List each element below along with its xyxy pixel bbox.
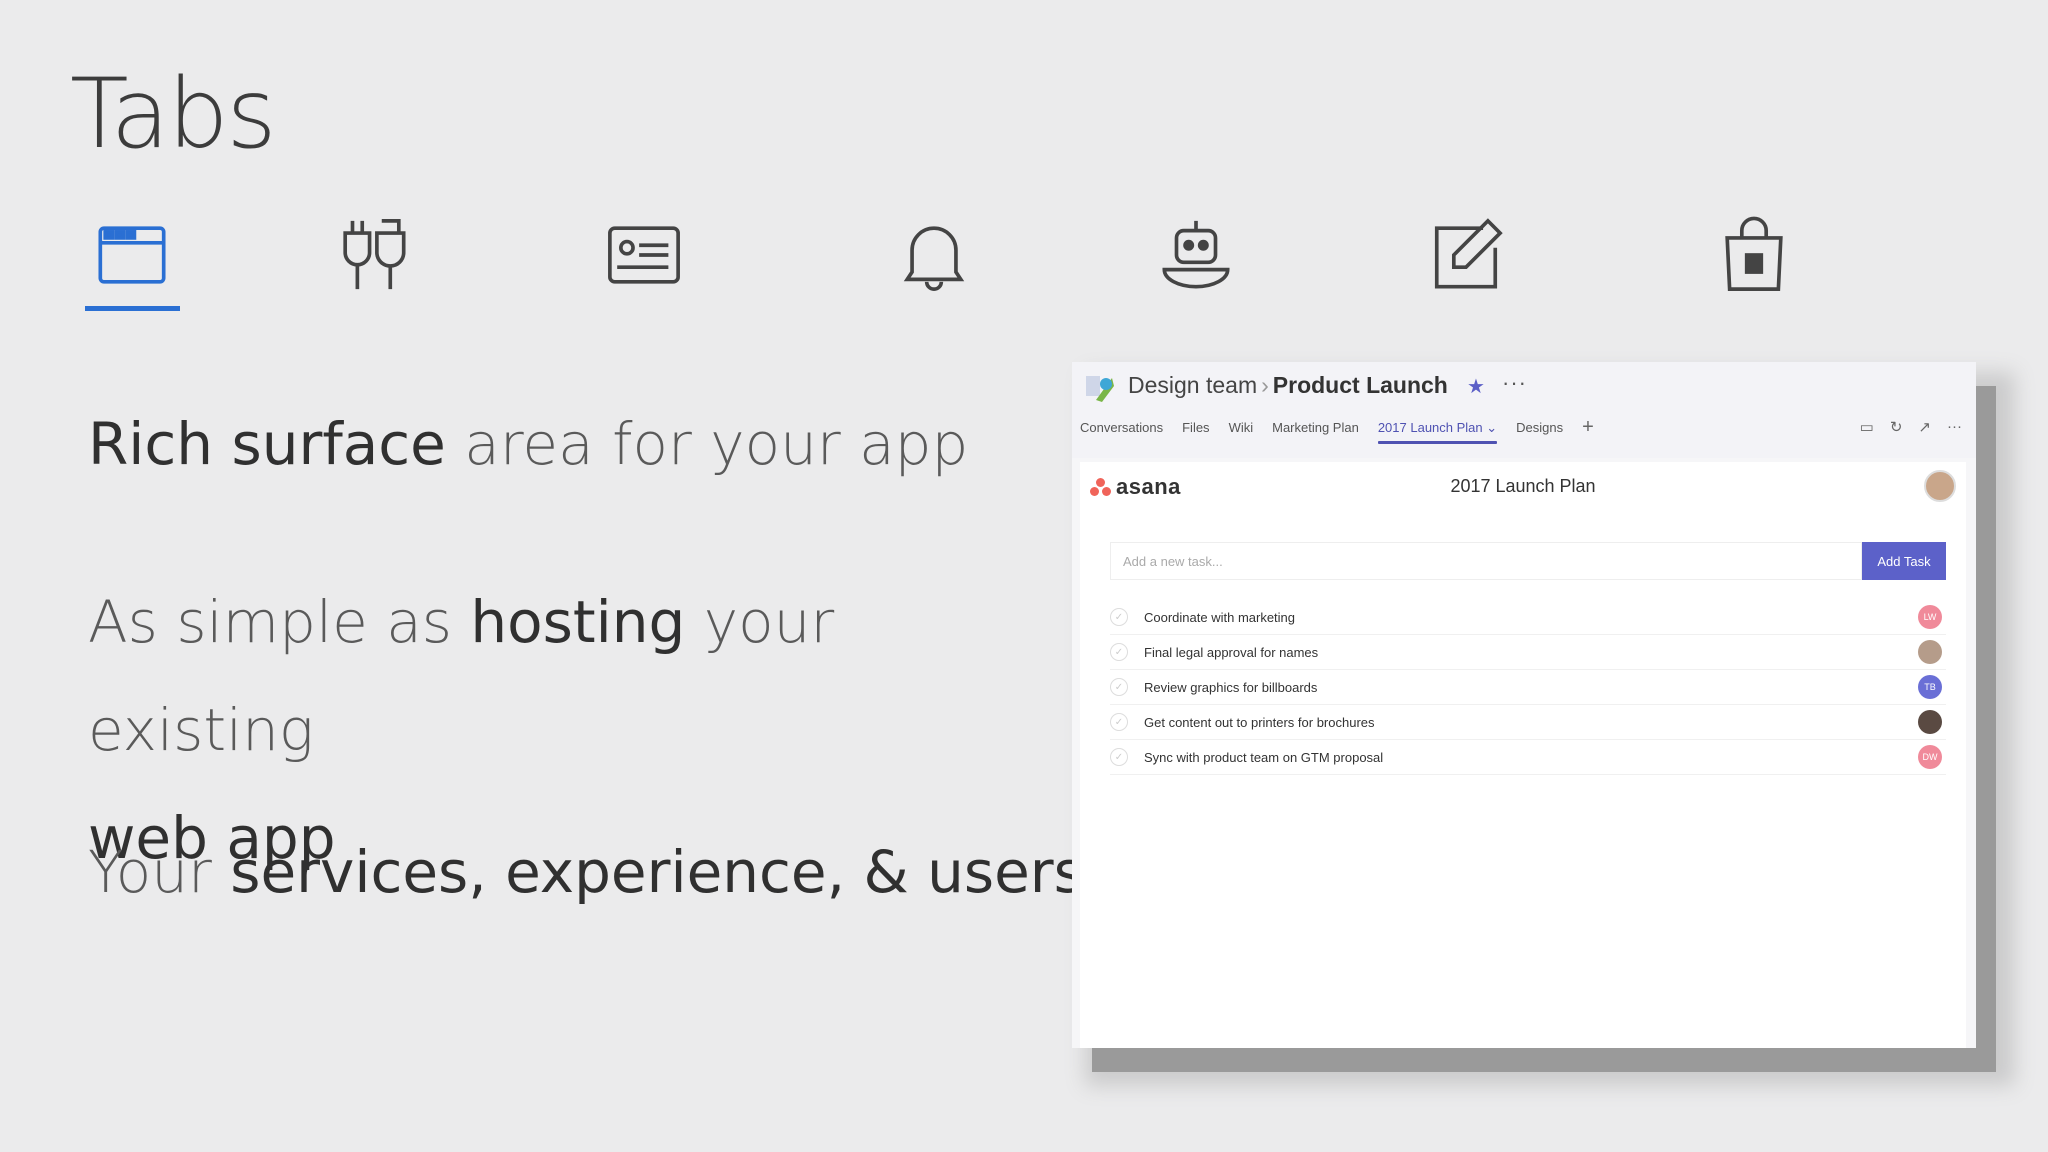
channel-tabs: Conversations Files Wiki Marketing Plan …	[1080, 417, 1594, 444]
store-bag-icon[interactable]	[1714, 215, 1794, 295]
breadcrumb: Design team › Product Launch	[1128, 372, 1448, 399]
bullet-1: Rich surface area for your app	[88, 410, 968, 478]
task-row[interactable]: ✓ Final legal approval for names	[1110, 635, 1946, 670]
task-check-icon[interactable]: ✓	[1110, 748, 1128, 766]
tab-tools: ▭ ↻ ↗ ···	[1860, 418, 1962, 436]
tab-browser-icon[interactable]	[92, 215, 172, 295]
add-task-button[interactable]: Add Task	[1862, 542, 1946, 580]
bullet-3-bold: services, experience, & users	[230, 838, 1084, 906]
bell-icon[interactable]	[894, 215, 974, 295]
task-check-icon[interactable]: ✓	[1110, 643, 1128, 661]
project-title: 2017 Launch Plan	[1450, 476, 1596, 496]
task-row[interactable]: ✓ Review graphics for billboards TB	[1110, 670, 1946, 705]
tab-2017-launch-plan[interactable]: 2017 Launch Plan ⌄	[1377, 420, 1498, 444]
task-label: Coordinate with marketing	[1144, 609, 1296, 625]
bullet-1-rest: area for your app	[445, 410, 969, 478]
tab-icon-row	[0, 215, 1900, 315]
bullet-3-pre: Your	[88, 838, 231, 906]
tab-designs[interactable]: Designs	[1516, 420, 1563, 444]
asana-app: asana 2017 Launch Plan Add a new task...…	[1080, 462, 1966, 1048]
chevron-down-icon: ⌄	[1486, 420, 1498, 435]
active-tab-underline	[85, 306, 180, 311]
more-icon[interactable]: ···	[1947, 418, 1962, 436]
task-label: Final legal approval for names	[1144, 644, 1319, 660]
task-check-icon[interactable]: ✓	[1110, 608, 1128, 626]
team-logo-icon	[1084, 372, 1116, 404]
task-list: ✓ Coordinate with marketing LW ✓ Final lega…	[1110, 600, 1946, 775]
popout-icon[interactable]: ↗	[1918, 418, 1931, 436]
conversation-icon[interactable]: ▭	[1860, 418, 1874, 436]
task-row[interactable]: ✓ Sync with product team on GTM proposal D…	[1110, 740, 1946, 775]
task-label: Get content out to printers for brochure…	[1144, 714, 1375, 730]
channel-name[interactable]: Product Launch	[1273, 372, 1448, 398]
bullet-2-bold: hosting	[470, 588, 686, 656]
assignee-avatar[interactable]: TB	[1918, 675, 1942, 699]
add-tab-plus-icon[interactable]: +	[1582, 417, 1594, 444]
assignee-avatar[interactable]	[1918, 710, 1942, 734]
team-name[interactable]: Design team	[1128, 372, 1257, 398]
new-task-input[interactable]: Add a new task...	[1110, 542, 1862, 580]
favorite-star-icon[interactable]: ★	[1467, 374, 1485, 399]
breadcrumb-chevron-icon: ›	[1261, 372, 1269, 398]
task-row[interactable]: ✓ Coordinate with marketing LW	[1110, 600, 1946, 635]
task-check-icon[interactable]: ✓	[1110, 713, 1128, 731]
slide-title: Tabs	[70, 58, 277, 170]
teams-header: Design team › Product Launch ★ ··· Convers…	[1072, 362, 1976, 458]
tab-marketing-plan[interactable]: Marketing Plan	[1272, 420, 1359, 444]
more-options-icon[interactable]: ···	[1502, 370, 1527, 396]
task-row[interactable]: ✓ Get content out to printers for brochur…	[1110, 705, 1946, 740]
card-id-icon[interactable]	[604, 215, 684, 295]
assignee-avatar[interactable]: DW	[1918, 745, 1942, 769]
bullet-3: Your services, experience, & users	[88, 838, 1084, 906]
bullet-1-bold: Rich surface	[88, 410, 446, 478]
tab-2017-launch-plan-label: 2017 Launch Plan	[1377, 420, 1483, 435]
assignee-avatar[interactable]	[1918, 640, 1942, 664]
bullet-2-pre: As simple as	[88, 588, 471, 656]
refresh-icon[interactable]: ↻	[1890, 418, 1903, 436]
tab-conversations[interactable]: Conversations	[1080, 420, 1163, 444]
tab-files[interactable]: Files	[1182, 420, 1209, 444]
teams-screenshot: Design team › Product Launch ★ ··· Convers…	[1072, 362, 1976, 1048]
task-label: Review graphics for billboards	[1144, 679, 1318, 695]
task-label: Sync with product team on GTM proposal	[1144, 749, 1384, 765]
assignee-avatar[interactable]: LW	[1918, 605, 1942, 629]
plug-connectors-icon[interactable]	[332, 215, 412, 295]
task-check-icon[interactable]: ✓	[1110, 678, 1128, 696]
tab-wiki[interactable]: Wiki	[1229, 420, 1254, 444]
bot-icon[interactable]	[1156, 215, 1236, 295]
compose-icon[interactable]	[1426, 215, 1506, 295]
user-avatar[interactable]	[1924, 470, 1956, 502]
